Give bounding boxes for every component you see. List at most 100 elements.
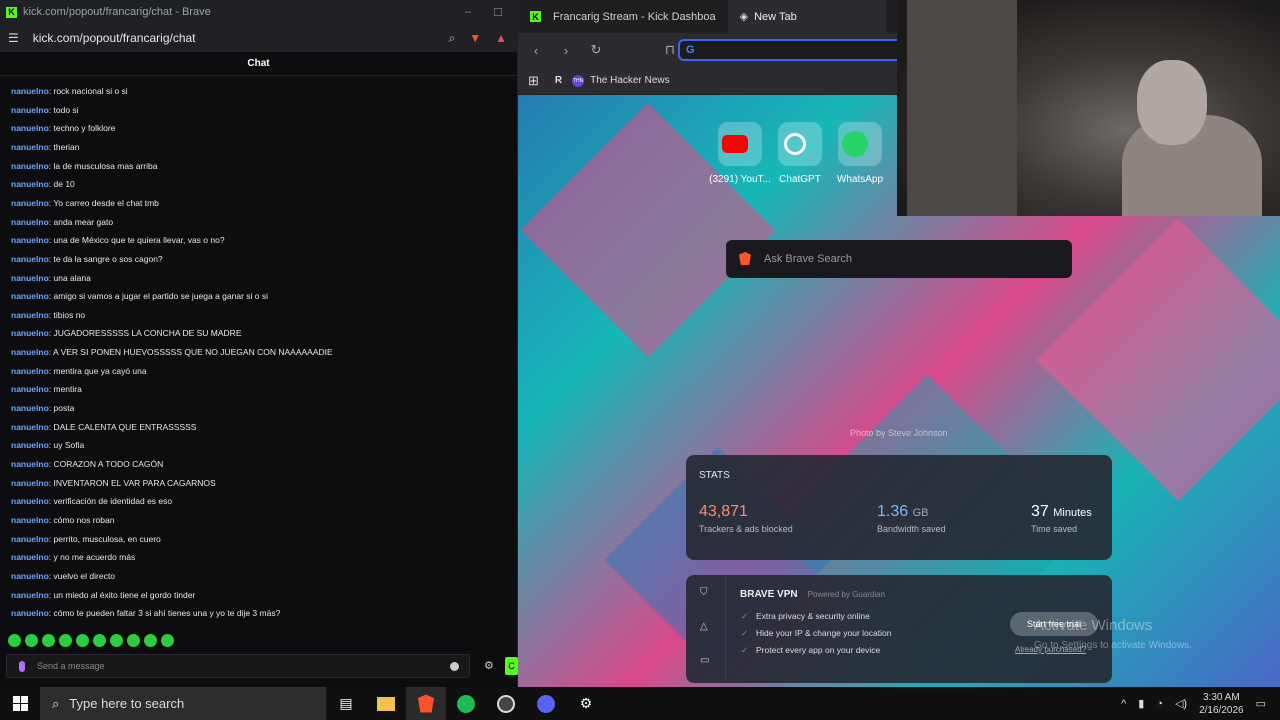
chat-username[interactable]: nanuelno xyxy=(11,142,49,152)
bookmark-hacker-news[interactable]: The Hacker News xyxy=(590,75,669,86)
back-icon[interactable]: ‹ xyxy=(524,43,548,58)
chat-username[interactable]: nanuelno xyxy=(11,478,49,488)
notifications-icon[interactable]: ▭ xyxy=(1256,697,1266,710)
chat-text: : te da la sangre o sos cagon? xyxy=(48,253,163,264)
tile-whatsapp[interactable]: WhatsApp xyxy=(837,122,883,185)
chat-settings-icon[interactable]: ⚙ xyxy=(484,659,494,672)
microphone-icon[interactable]: ▮ xyxy=(1138,697,1144,710)
vpn-shield-icon[interactable]: ⛉ xyxy=(700,587,708,598)
chat-username[interactable]: nanuelno xyxy=(11,86,49,96)
file-explorer-icon[interactable] xyxy=(366,687,406,720)
chat-input[interactable]: Send a message xyxy=(6,654,470,678)
emote-icon[interactable] xyxy=(161,634,174,647)
chat-username[interactable]: nanuelno xyxy=(11,590,49,600)
chat-message: nanuelno: te da la sangre o sos cagon? xyxy=(11,254,163,264)
photo-credit[interactable]: Photo by Steve Johnson xyxy=(850,428,948,438)
site-settings-icon[interactable]: ☰ xyxy=(8,31,19,45)
emote-icon[interactable] xyxy=(127,634,140,647)
minimize-icon[interactable]: – xyxy=(465,6,471,19)
chat-username[interactable]: nanuelno xyxy=(11,571,49,581)
chat-username[interactable]: nanuelno xyxy=(11,123,49,133)
chat-text: : techno y folklore xyxy=(48,123,116,134)
chat-username[interactable]: nanuelno xyxy=(11,515,49,525)
chat-username[interactable]: nanuelno xyxy=(11,366,49,376)
clock-date: 2/16/2026 xyxy=(1199,704,1244,716)
bookmark-r-icon[interactable]: R xyxy=(555,75,562,86)
zoom-icon[interactable]: ⌕ xyxy=(448,31,455,46)
tile-label: WhatsApp xyxy=(836,174,884,185)
tray-chevron-icon[interactable]: ^ xyxy=(1121,698,1126,710)
chat-username[interactable]: nanuelno xyxy=(11,496,49,506)
chat-username[interactable]: nanuelno xyxy=(11,235,49,245)
chat-titlebar: K kick.com/popout/francarig/chat - Brave… xyxy=(0,0,517,24)
brave-rewards-icon[interactable]: ▲ xyxy=(495,31,507,46)
chat-username[interactable]: nanuelno xyxy=(11,534,49,544)
widget-camera-icon[interactable]: ▭ xyxy=(700,655,709,666)
obs-icon[interactable] xyxy=(486,687,526,720)
emote-icon[interactable] xyxy=(93,634,106,647)
forward-icon[interactable]: › xyxy=(554,43,578,58)
chat-message: nanuelno: A VER SI PONEN HUEVOSSSSS QUE … xyxy=(11,347,333,357)
chat-username[interactable]: nanuelno xyxy=(11,273,49,283)
tile-label: ChatGPT xyxy=(779,174,821,185)
emote-icon[interactable] xyxy=(59,634,72,647)
taskbar-search[interactable]: ⌕ Type here to search xyxy=(40,687,326,720)
brave-search-box[interactable]: Ask Brave Search xyxy=(726,240,1072,278)
windows-start-icon[interactable] xyxy=(0,687,40,720)
chat-message: nanuelno: vuelvo el directo xyxy=(11,571,115,581)
emote-icon[interactable] xyxy=(144,634,157,647)
emote-icon[interactable] xyxy=(42,634,55,647)
reload-icon[interactable]: ↻ xyxy=(584,42,608,58)
tile-chatgpt[interactable]: ChatGPT xyxy=(778,122,822,185)
brave-taskbar-icon[interactable] xyxy=(406,687,446,720)
emote-icon[interactable] xyxy=(76,634,89,647)
chat-message: nanuelno: mentira xyxy=(11,384,82,394)
chat-text: : posta xyxy=(48,403,75,414)
chat-username[interactable]: nanuelno xyxy=(11,198,49,208)
chat-username[interactable]: nanuelno xyxy=(11,403,49,413)
chat-username[interactable]: nanuelno xyxy=(11,328,49,338)
chat-message: nanuelno: perrito, musculosa, en cuero xyxy=(11,534,161,544)
chat-username[interactable]: nanuelno xyxy=(11,179,49,189)
chat-username[interactable]: nanuelno xyxy=(11,310,49,320)
apps-grid-icon[interactable]: ⊞ xyxy=(528,73,539,89)
chat-username[interactable]: nanuelno xyxy=(11,459,49,469)
trackers-value: 43,871 xyxy=(699,503,748,520)
clock[interactable]: 3:30 AM 2/16/2026 xyxy=(1199,691,1244,717)
brave-shields-icon[interactable]: ▼ xyxy=(469,31,481,46)
url-text[interactable]: kick.com/popout/francarig/chat xyxy=(33,31,196,45)
discord-icon[interactable] xyxy=(526,687,566,720)
tile-youtube[interactable]: (3291) YouT... xyxy=(709,122,771,185)
vpn-feature: Hide your IP & change your location xyxy=(741,628,892,639)
chat-username[interactable]: nanuelno xyxy=(11,105,49,115)
spotify-icon[interactable] xyxy=(446,687,486,720)
chat-username[interactable]: nanuelno xyxy=(11,384,49,394)
tab-kick-dashboard[interactable]: K Francarig Stream - Kick Dashboa xyxy=(518,0,728,33)
chat-username[interactable]: nanuelno xyxy=(11,422,49,432)
time-unit: Minutes xyxy=(1053,507,1092,519)
chat-username[interactable]: nanuelno xyxy=(11,552,49,562)
emote-icon[interactable] xyxy=(110,634,123,647)
chat-username[interactable]: nanuelno xyxy=(11,254,49,264)
chat-username[interactable]: nanuelno xyxy=(11,440,49,450)
network-icon[interactable]: ◔ xyxy=(1156,698,1163,710)
chat-username[interactable]: nanuelno xyxy=(11,608,49,618)
task-view-icon[interactable]: ▤ xyxy=(326,687,366,720)
send-button[interactable]: C xyxy=(505,657,518,675)
chat-username[interactable]: nanuelno xyxy=(11,217,49,227)
maximize-icon[interactable]: ☐ xyxy=(493,6,503,19)
search-placeholder: Ask Brave Search xyxy=(764,253,853,265)
chat-username[interactable]: nanuelno xyxy=(11,347,49,357)
chat-username[interactable]: nanuelno xyxy=(11,291,49,301)
widget-triangle-icon[interactable]: △ xyxy=(700,621,708,632)
volume-icon[interactable]: ◁) xyxy=(1175,697,1187,710)
tab-new-tab[interactable]: ◈ New Tab xyxy=(727,0,887,33)
mic-icon[interactable] xyxy=(19,661,25,672)
tab-label: New Tab xyxy=(754,10,797,23)
omnibox[interactable]: G xyxy=(678,39,908,61)
emote-icon[interactable] xyxy=(8,634,21,647)
settings-icon[interactable]: ⚙ xyxy=(566,687,606,720)
emote-icon[interactable] xyxy=(25,634,38,647)
chat-username[interactable]: nanuelno xyxy=(11,161,49,171)
emoji-icon[interactable] xyxy=(450,662,459,671)
